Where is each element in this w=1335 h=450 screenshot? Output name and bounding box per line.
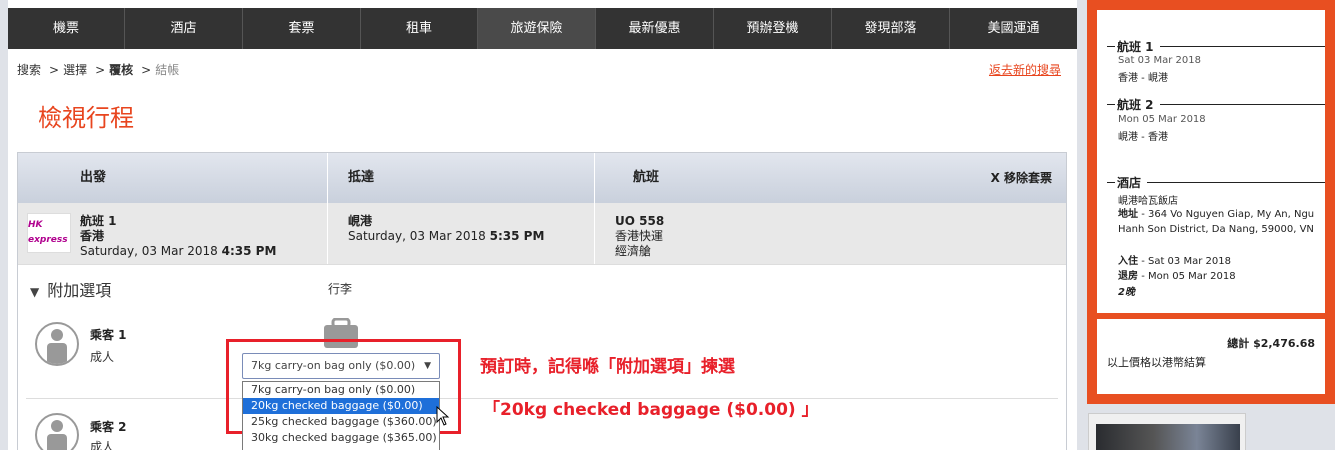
dest-city: 峴港 [348, 214, 373, 228]
arrive-datetime: Saturday, 03 Mar 2018 5:35 PM [348, 229, 545, 243]
addons-toggle[interactable]: ▼ 附加選項 [30, 277, 111, 301]
hk-express-logo: HK express [27, 213, 71, 253]
nav-item-amex[interactable]: 美國運通 [950, 8, 1077, 49]
baggage-dropdown: 7kg carry-on bag only ($0.00) 20kg check… [242, 381, 440, 450]
luggage-label: 行李 [328, 282, 353, 296]
nav-item-checkin[interactable]: 預辦登機 [714, 8, 832, 49]
summary-hotel-address: 地址 - 364 Vo Nguyen Giap, My An, Ngu Hanh… [1118, 209, 1315, 235]
passenger-name: 乘客 2 [90, 420, 127, 434]
summary-flight1-date: Sat 03 Mar 2018 [1118, 55, 1201, 66]
passenger-type: 成人 [90, 440, 115, 450]
summary-flight2-route: 峴港 - 香港 [1118, 132, 1168, 143]
table-header: 出發 抵達 航班 X 移除套票 [18, 153, 1066, 203]
promo-thumbnail[interactable] [1088, 413, 1246, 450]
passenger-avatar [35, 413, 79, 450]
dropdown-caret-icon: ▼ [424, 361, 431, 371]
breadcrumb-search[interactable]: 搜索 [17, 63, 41, 77]
nav-item-insurance[interactable]: 旅遊保險 [478, 8, 596, 49]
nav-item-blog[interactable]: 發現部落 [832, 8, 950, 49]
promo-image [1096, 424, 1240, 450]
header-flight: 航班 X 移除套票 [595, 153, 1066, 203]
cabin-class: 經濟艙 [615, 244, 652, 258]
passenger-avatar [35, 322, 79, 366]
depart-cell: HK express 航班 1 香港 Saturday, 03 Mar 2018… [18, 203, 328, 264]
header-depart: 出發 [18, 153, 328, 203]
breadcrumb-checkout: 結帳 [155, 63, 180, 77]
summary-flight1-title: 航班 1 [1107, 38, 1325, 55]
carrier-name: 香港快運 [615, 229, 664, 243]
summary-total-card: 總計 $2,476.68 以上價格以港幣結算 [1097, 319, 1325, 394]
table-row: HK express 航班 1 香港 Saturday, 03 Mar 2018… [18, 203, 1066, 265]
summary-flight1-route: 香港 - 峴港 [1118, 73, 1168, 84]
remove-package-button[interactable]: X 移除套票 [991, 153, 1052, 203]
new-search-link[interactable]: 返去新的搜尋 [989, 61, 1061, 78]
baggage-option-selected[interactable]: 20kg checked baggage ($0.00) [243, 398, 439, 414]
page-title: 檢視行程 [38, 104, 134, 132]
baggage-select-value: 7kg carry-on bag only ($0.00) [251, 359, 416, 372]
addons-title: 附加選項 [47, 281, 112, 300]
breadcrumb: 搜索 > 選擇 > 覆核 > 結帳 [17, 63, 180, 77]
depart-datetime: Saturday, 03 Mar 2018 4:35 PM [80, 244, 277, 258]
header-flight-label: 航班 [633, 170, 660, 185]
summary-flight2-date: Mon 05 Mar 2018 [1118, 114, 1206, 125]
baggage-select[interactable]: 7kg carry-on bag only ($0.00) ▼ [242, 353, 440, 379]
breadcrumb-select[interactable]: 選擇 [63, 63, 87, 77]
nav-item-flights[interactable]: 機票 [8, 8, 125, 49]
passenger-name: 乘客 1 [90, 328, 127, 342]
summary-total: 總計 $2,476.68 [1227, 337, 1315, 350]
flight-cell: UO 558 香港快運 經濟艙 [595, 203, 1066, 264]
baggage-option[interactable]: 25kg checked baggage ($360.00) [243, 414, 439, 430]
summary-nights: 2晚 [1118, 287, 1135, 298]
flight-label: 航班 1 [80, 214, 117, 228]
annotation-line2: 「20kg checked baggage ($0.00) 」 [483, 400, 819, 420]
summary-checkout: 退房 - Mon 05 Mar 2018 [1118, 271, 1236, 282]
arrive-cell: 峴港 Saturday, 03 Mar 2018 5:35 PM [328, 203, 595, 264]
mouse-cursor-icon [436, 406, 450, 426]
baggage-option[interactable]: 7kg carry-on bag only ($0.00) [243, 382, 439, 398]
summary-flight2-title: 航班 2 [1107, 96, 1325, 113]
summary-hotel-title: 酒店 [1107, 174, 1325, 191]
nav-item-car-rental[interactable]: 租車 [361, 8, 478, 49]
summary-card: 航班 1 Sat 03 Mar 2018 香港 - 峴港 航班 2 Mon 05… [1097, 10, 1325, 313]
summary-hotel-name: 峴港哈瓦飯店 [1118, 196, 1178, 207]
breadcrumb-review: 覆核 [109, 63, 134, 77]
nav-item-packages[interactable]: 套票 [243, 8, 361, 49]
passenger-type: 成人 [90, 350, 115, 364]
nav-item-offers[interactable]: 最新優惠 [596, 8, 714, 49]
top-nav: 機票 酒店 套票 租車 旅遊保險 最新優惠 預辦登機 發現部落 美國運通 [8, 8, 1077, 49]
collapse-triangle-icon: ▼ [30, 285, 40, 299]
booking-summary: 航班 1 Sat 03 Mar 2018 香港 - 峴港 航班 2 Mon 05… [1087, 0, 1335, 404]
origin-city: 香港 [80, 229, 105, 243]
header-arrive: 抵達 [328, 153, 595, 203]
summary-checkin: 入住 - Sat 03 Mar 2018 [1118, 256, 1231, 267]
baggage-option[interactable]: 30kg checked baggage ($365.00) [243, 430, 439, 446]
currency-note: 以上價格以港幣結算 [1107, 356, 1206, 369]
flight-number: UO 558 [615, 214, 665, 228]
annotation-line1: 預訂時，記得喺「附加選項」揀選 [480, 357, 735, 377]
main-content: 機票 酒店 套票 租車 旅遊保險 最新優惠 預辦登機 發現部落 美國運通 搜索 >… [8, 0, 1077, 450]
nav-item-hotels[interactable]: 酒店 [125, 8, 243, 49]
